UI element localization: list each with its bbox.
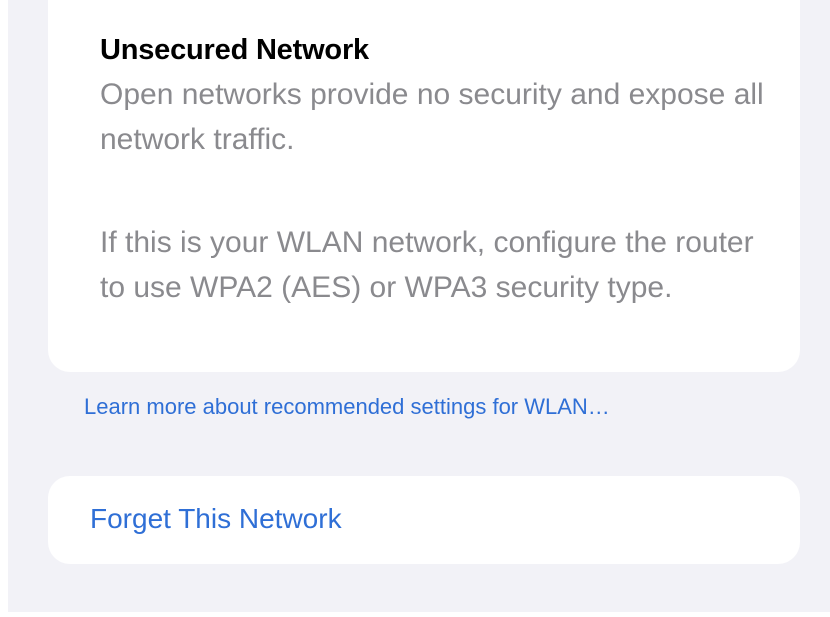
forget-network-button[interactable]: Forget This Network <box>48 476 800 564</box>
learn-more-link[interactable]: Learn more about recommended settings fo… <box>84 394 610 420</box>
settings-screen: Unsecured Network Open networks provide … <box>8 0 830 612</box>
warning-recommendation: If this is your WLAN network, configure … <box>100 226 754 304</box>
security-warning-card: Unsecured Network Open networks provide … <box>48 0 800 372</box>
warning-description: Open networks provide no security and ex… <box>100 78 764 156</box>
warning-title: Unsecured Network <box>100 34 369 66</box>
forget-network-label: Forget This Network <box>90 503 342 534</box>
